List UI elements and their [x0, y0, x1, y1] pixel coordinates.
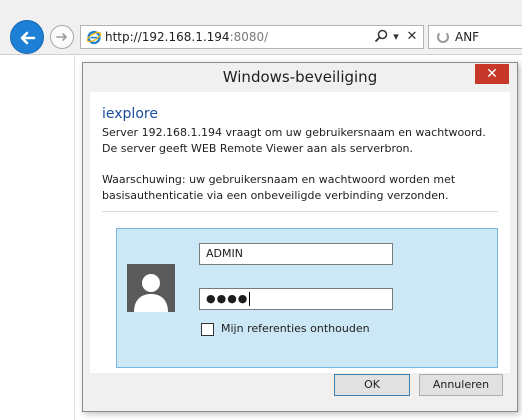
back-arrow-icon: [20, 31, 36, 45]
close-button[interactable]: ✕: [475, 64, 509, 84]
url-text[interactable]: http://192.168.1.194:8080/: [105, 30, 268, 44]
loading-spinner-icon: [437, 31, 449, 43]
cancel-button[interactable]: Annuleren: [419, 374, 503, 396]
forward-arrow-icon: [56, 33, 67, 41]
browser-toolbar: http://192.168.1.194:8080/ ▾ ✕ ANF: [0, 0, 522, 54]
back-button[interactable]: [10, 20, 44, 54]
app-name: iexplore: [102, 106, 158, 122]
text-caret: [249, 292, 251, 306]
credential-panel: ADMIN ●●●● Mijn referenties onthouden: [116, 228, 498, 368]
user-avatar-icon: [127, 264, 175, 312]
search-icon: [374, 29, 388, 43]
address-bar[interactable]: http://192.168.1.194:8080/ ▾ ✕: [80, 25, 424, 49]
warning-message: Waarschuwing: uw gebruikersnaam en wacht…: [102, 173, 456, 202]
separator: [102, 211, 498, 212]
server-message: Server 192.168.1.194 vraagt om uw gebrui…: [102, 126, 486, 155]
dialog-body: iexplore Server 192.168.1.194 vraagt om …: [90, 92, 510, 373]
address-dropdown-button[interactable]: ▾: [390, 29, 402, 45]
forward-button[interactable]: [50, 25, 74, 49]
stop-button[interactable]: ✕: [405, 29, 419, 45]
username-field[interactable]: ADMIN: [199, 243, 393, 265]
search-button[interactable]: [373, 29, 389, 45]
dialog-footer: OK Annuleren: [83, 374, 517, 411]
security-dialog: Windows-beveiliging ✕ iexplore Server 19…: [82, 62, 518, 412]
tab-title: ANF: [455, 30, 480, 44]
url-host: http://192.168.1.194: [105, 30, 230, 44]
ok-button[interactable]: OK: [334, 374, 410, 396]
remember-checkbox[interactable]: [201, 323, 214, 336]
dialog-title: Windows-beveiliging: [83, 63, 517, 91]
password-field[interactable]: ●●●●: [199, 288, 393, 310]
page-divider: [74, 55, 75, 420]
ie-logo-icon: [86, 30, 102, 45]
remember-label: Mijn referenties onthouden: [221, 322, 370, 335]
browser-tab[interactable]: ANF: [428, 25, 522, 49]
password-mask: ●●●●: [206, 292, 249, 305]
url-port: :8080/: [229, 30, 269, 44]
